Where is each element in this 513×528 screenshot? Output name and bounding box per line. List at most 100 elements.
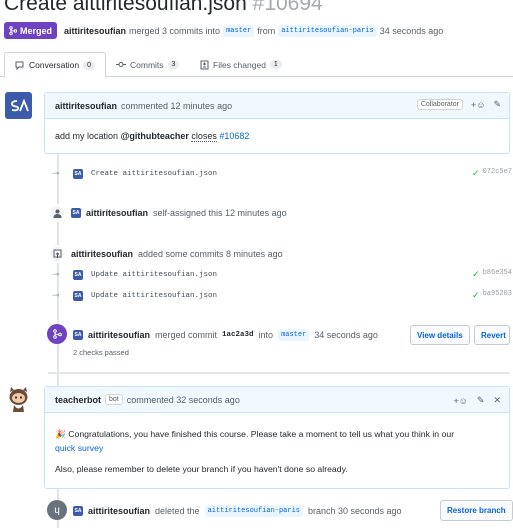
check-icon[interactable]: ✓	[472, 269, 480, 280]
merge-icon	[9, 26, 17, 35]
merge-commit-text: merged commit	[155, 330, 218, 340]
self-assign-event: SA aittiritesoufian self-assigned this 1…	[48, 204, 287, 222]
tab-commits-count: 3	[167, 60, 180, 69]
bot-comment-header: teacherbot bot commented 32 seconds ago	[45, 387, 509, 413]
restore-branch-button[interactable]: Restore branch	[440, 500, 513, 521]
tab-files-count: 1	[269, 60, 282, 69]
timeline-separator	[48, 372, 510, 374]
add-reaction-icon[interactable]: +☺	[453, 396, 467, 406]
merge-icon	[52, 329, 62, 339]
commit-icon	[116, 62, 126, 67]
pr-number: #10694	[252, 0, 323, 15]
merge-event-time: 34 seconds ago	[314, 330, 378, 340]
bot-comment-actions: +☺ ✎ ✕	[453, 395, 501, 406]
bot-author[interactable]: teacherbot	[55, 395, 101, 405]
commit-message[interactable]: Update aittiritesoufian.json	[91, 271, 217, 279]
edit-icon[interactable]: ✎	[477, 395, 485, 406]
check-icon[interactable]: ✓	[472, 168, 480, 179]
bot-comment-body: 🎉 Congratulations, you have finished thi…	[45, 413, 509, 476]
bot-line-1: 🎉 Congratulations, you have finished thi…	[55, 427, 499, 456]
check-icon[interactable]: ✓	[472, 290, 480, 301]
delete-branch-event: SA aittiritesoufian deleted the aittirit…	[73, 505, 402, 517]
comment-body: add my location @githubteacher closes #1…	[45, 119, 509, 153]
checks-passed[interactable]: 2 checks passed	[73, 348, 129, 357]
commit-avatar[interactable]: SA	[73, 290, 83, 301]
merge-into-text: into	[258, 330, 274, 340]
commit-dot-icon: ⊸	[52, 168, 60, 178]
bot-tag: bot	[105, 394, 123, 405]
pr-title: Create aittiritesoufian.json #10694	[4, 0, 323, 16]
collaborator-tag: Collaborator	[416, 99, 463, 110]
commit-message[interactable]: Update aittiritesoufian.json	[91, 292, 217, 300]
added-author[interactable]: aittiritesoufian	[71, 249, 133, 259]
revert-button[interactable]: Revert	[474, 325, 510, 345]
octocat-icon	[9, 387, 28, 412]
person-icon	[48, 204, 66, 222]
merge-branch[interactable]: master	[278, 329, 310, 341]
commit-row: ⊸ SA Update aittiritesoufian.json ✓ b86e…	[52, 269, 512, 280]
tab-files-changed[interactable]: Files changed 1	[190, 52, 292, 77]
merge-time: 34 seconds ago	[379, 26, 444, 36]
from-text: from	[257, 26, 276, 36]
avatar-teacherbot[interactable]	[5, 385, 32, 412]
merge-avatar[interactable]: SA	[73, 330, 83, 340]
view-details-button[interactable]: View details	[410, 325, 470, 345]
issue-link[interactable]: #10682	[219, 131, 249, 141]
added-text: added some commits 8 minutes ago	[138, 249, 283, 259]
pr-author[interactable]: aittiritesoufian	[64, 26, 126, 36]
bot-comment: teacherbot bot commented 32 seconds ago …	[44, 386, 510, 489]
add-reaction-icon[interactable]: +☺	[471, 100, 485, 110]
pr-description-comment: aittiritesoufian commented 12 minutes ag…	[44, 92, 510, 154]
assign-text: self-assigned this 12 minutes ago	[153, 208, 287, 218]
comment-action: commented 12 minutes ago	[121, 100, 233, 111]
tab-conversation-count: 0	[83, 60, 95, 70]
tab-commits-label: Commits	[130, 59, 164, 70]
base-branch[interactable]: master	[223, 25, 255, 37]
file-diff-icon	[200, 60, 209, 69]
bot-line-2: Also, please remember to delete your bra…	[55, 463, 348, 474]
added-commits-event: aittiritesoufian added some commits 8 mi…	[48, 245, 283, 263]
mention-link[interactable]: @githubteacher	[121, 131, 189, 141]
delete-author[interactable]: aittiritesoufian	[88, 506, 150, 516]
commit-row: ⊸ SA Create aittiritesoufian.json ✓ 072c…	[52, 168, 512, 179]
merged-status-badge: Merged	[4, 22, 58, 39]
pr-title-text: Create aittiritesoufian.json	[4, 0, 247, 15]
comment-text: add my location	[55, 131, 119, 141]
avatar-aittiritesoufian[interactable]	[5, 92, 32, 119]
delete-text-post: branch 30 seconds ago	[307, 506, 402, 516]
merged-label: Merged	[20, 25, 53, 36]
assign-avatar[interactable]: SA	[71, 208, 81, 218]
repo-push-icon	[48, 245, 66, 263]
tab-conversation-label: Conversation	[29, 60, 80, 70]
tab-files-label: Files changed	[213, 59, 266, 70]
pr-subtitle: aittiritesoufian merged 3 commits into m…	[64, 25, 443, 37]
merge-text: merged 3 commits into	[129, 26, 221, 36]
merge-author[interactable]: aittiritesoufian	[88, 330, 150, 340]
commit-sha[interactable]: 072c5e7	[483, 168, 512, 179]
commit-dot-icon: ⊸	[52, 290, 60, 300]
commit-avatar[interactable]: SA	[73, 168, 83, 179]
commit-message[interactable]: Create aittiritesoufian.json	[91, 170, 217, 178]
head-branch[interactable]: aittiritesoufian-paris	[278, 25, 377, 37]
edit-icon[interactable]: ✎	[493, 99, 501, 110]
delete-text-pre: deleted the	[155, 506, 200, 516]
merge-commit-sha[interactable]: 1ac2a3d	[222, 331, 254, 339]
comment-actions: Collaborator +☺ ✎	[416, 99, 501, 110]
merge-event: SA aittiritesoufian merged commit 1ac2a3…	[73, 329, 378, 341]
close-icon[interactable]: ✕	[493, 395, 501, 406]
tab-conversation[interactable]: Conversation 0	[4, 52, 106, 78]
bot-congrats-text: Congratulations, you have finished this …	[68, 429, 455, 439]
bot-action: commented 32 seconds ago	[126, 394, 240, 405]
assign-author[interactable]: aittiritesoufian	[86, 208, 148, 218]
commit-sha[interactable]: b86e354	[483, 269, 512, 280]
merge-event-icon	[47, 324, 67, 344]
delete-avatar[interactable]: SA	[73, 506, 83, 516]
commit-row: ⊸ SA Update aittiritesoufian.json ✓ ba95…	[52, 290, 512, 301]
comment-author[interactable]: aittiritesoufian	[55, 101, 117, 111]
quick-survey-link[interactable]: quick survey	[55, 443, 103, 453]
commit-sha[interactable]: ba95203	[483, 290, 512, 301]
tab-commits[interactable]: Commits 3	[106, 52, 189, 77]
branch-deleted-icon: ɥ	[47, 500, 67, 520]
commit-avatar[interactable]: SA	[73, 269, 83, 280]
deleted-branch: aittiritesoufian-paris	[204, 505, 303, 517]
